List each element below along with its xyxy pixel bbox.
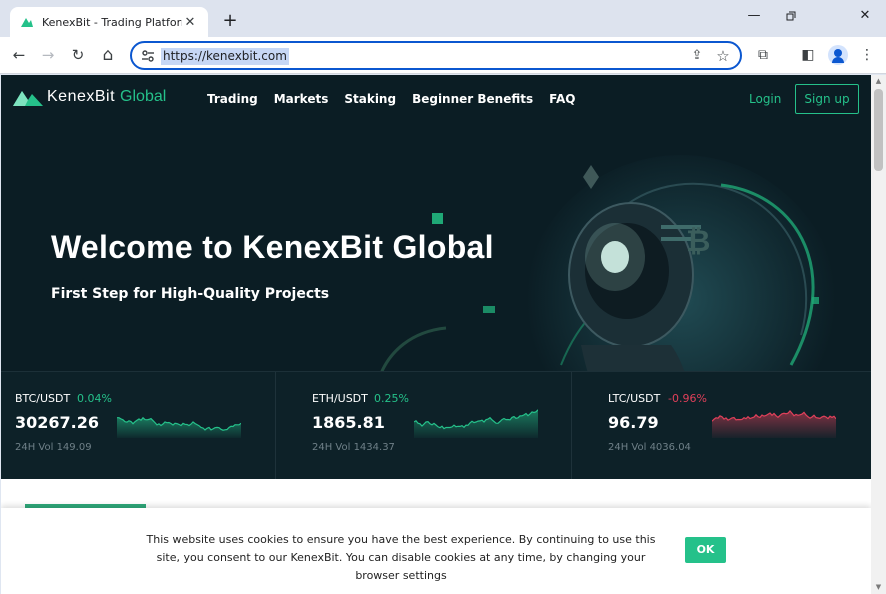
ticker-change: 0.25% xyxy=(374,392,409,405)
login-link[interactable]: Login xyxy=(749,92,781,106)
cookie-ok-button[interactable]: OK xyxy=(685,537,726,563)
svg-text:₿: ₿ xyxy=(686,224,710,259)
page-scrollbar[interactable]: ▲ ▼ xyxy=(871,75,886,594)
site-info-icon[interactable] xyxy=(140,48,156,64)
ticker-change: -0.96% xyxy=(668,392,707,405)
ticker-price: 1865.81 xyxy=(312,413,385,432)
new-tab-button[interactable]: + xyxy=(218,10,242,34)
nav-faq[interactable]: FAQ xyxy=(549,92,575,106)
tab-close-icon[interactable]: ✕ xyxy=(182,15,198,30)
site-logo[interactable]: KenexBit Global xyxy=(13,88,166,106)
url-text[interactable]: https://kenexbit.com xyxy=(161,48,289,65)
browser-tab[interactable]: KenexBit - Trading Platform ✕ xyxy=(10,7,208,37)
nav-beginner-benefits[interactable]: Beginner Benefits xyxy=(412,92,533,106)
cookie-banner: This website uses cookies to ensure you … xyxy=(1,508,871,594)
browser-menu-icon[interactable]: ⋮ xyxy=(856,44,878,66)
page-viewport: ₿ KenexBit Global Trading Markets Stakin… xyxy=(1,75,871,594)
browser-tab-bar: KenexBit - Trading Platform ✕ + — ✕ xyxy=(0,0,886,37)
browser-toolbar: ← → ↻ ⌂ https://kenexbit.com ⇪ ☆ ⧉ ◧ ⋮ xyxy=(0,37,886,74)
nav-links: Trading Markets Staking Beginner Benefit… xyxy=(207,92,591,106)
hero-subtitle: First Step for High-Quality Projects xyxy=(51,286,330,302)
kenexbit-favicon-icon xyxy=(21,18,33,27)
cookie-text: This website uses cookies to ensure you … xyxy=(146,533,656,582)
deco-square xyxy=(483,306,495,313)
sparkline-area xyxy=(712,410,836,438)
tab-title: KenexBit - Trading Platform xyxy=(42,15,182,29)
ticker-ltc[interactable]: LTC/USDT -0.96% 96.79 24H Vol 4036.04 xyxy=(571,372,867,479)
signup-button[interactable]: Sign up xyxy=(795,84,859,114)
ticker-volume: 24H Vol 1434.37 xyxy=(312,442,395,453)
ticker-volume: 24H Vol 4036.04 xyxy=(608,442,691,453)
deco-square xyxy=(432,213,443,224)
profile-avatar-icon[interactable] xyxy=(828,45,848,65)
restore-window-shape xyxy=(786,11,796,21)
ticker-pair: BTC/USDT xyxy=(15,392,71,405)
logo-accent: Global xyxy=(120,88,167,105)
kenexbit-logo-icon xyxy=(13,91,43,106)
window-close-icon[interactable]: ✕ xyxy=(850,6,880,26)
home-icon[interactable]: ⌂ xyxy=(96,43,120,67)
reload-icon[interactable]: ↻ xyxy=(66,43,90,67)
scroll-up-icon[interactable]: ▲ xyxy=(874,77,883,85)
share-icon[interactable]: ⇪ xyxy=(688,47,706,65)
address-bar[interactable]: https://kenexbit.com ⇪ ☆ xyxy=(130,41,742,70)
ticker-price: 96.79 xyxy=(608,413,659,432)
ticker-btc[interactable]: BTC/USDT 0.04% 30267.26 24H Vol 149.09 xyxy=(1,372,297,479)
site-navbar: KenexBit Global Trading Markets Staking … xyxy=(1,75,871,125)
ticker-sparkline xyxy=(117,416,241,438)
forward-icon[interactable]: → xyxy=(36,43,60,67)
ticker-strip: BTC/USDT 0.04% 30267.26 24H Vol 149.09 E… xyxy=(1,371,871,479)
ticker-volume: 24H Vol 149.09 xyxy=(15,442,92,453)
deco-square xyxy=(812,297,819,304)
nav-staking[interactable]: Staking xyxy=(344,92,396,106)
restore-icon[interactable] xyxy=(776,6,806,26)
ticker-eth[interactable]: ETH/USDT 0.25% 1865.81 24H Vol 1434.37 xyxy=(275,372,571,479)
hero-section: ₿ KenexBit Global Trading Markets Stakin… xyxy=(1,75,871,479)
back-icon[interactable]: ← xyxy=(7,43,31,67)
bookmark-star-icon[interactable]: ☆ xyxy=(714,47,732,65)
hero-title: Welcome to KenexBit Global xyxy=(51,229,494,265)
extensions-icon[interactable]: ⧉ xyxy=(752,44,774,66)
ticker-pair: LTC/USDT xyxy=(608,392,661,405)
ticker-change: 0.04% xyxy=(77,392,112,405)
logo-text: KenexBit xyxy=(47,88,116,105)
ticker-price: 30267.26 xyxy=(15,413,100,432)
side-panel-icon[interactable]: ◧ xyxy=(797,44,819,66)
nav-markets[interactable]: Markets xyxy=(274,92,329,106)
scroll-down-icon[interactable]: ▼ xyxy=(874,583,883,591)
ticker-sparkline xyxy=(712,409,836,438)
nav-trading[interactable]: Trading xyxy=(207,92,258,106)
ticker-sparkline xyxy=(414,409,538,438)
minimize-icon[interactable]: — xyxy=(739,6,769,26)
scroll-thumb[interactable] xyxy=(874,89,883,171)
ticker-pair: ETH/USDT xyxy=(312,392,368,405)
